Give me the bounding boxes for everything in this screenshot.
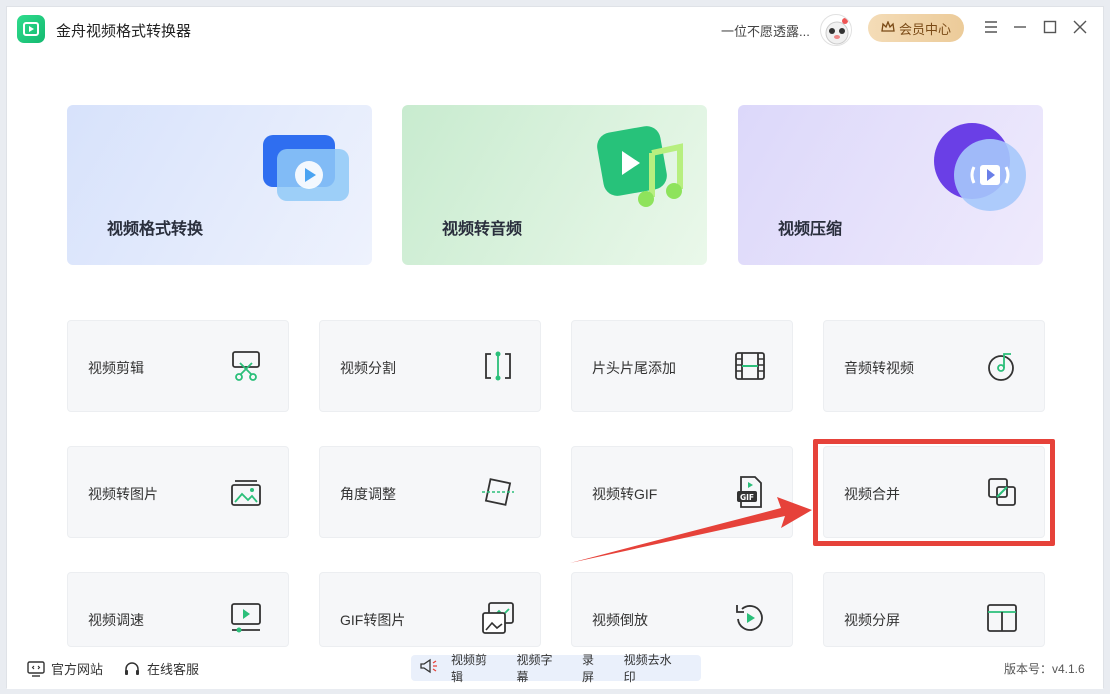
crown-icon xyxy=(881,19,895,36)
minimize-icon[interactable] xyxy=(1010,17,1030,37)
rotate-frame-icon xyxy=(482,478,514,506)
quick-link-video-edit[interactable]: 视频剪辑 xyxy=(451,651,498,685)
split-icon xyxy=(485,351,511,381)
film-strip-icon xyxy=(735,352,765,380)
close-icon[interactable] xyxy=(1070,17,1090,37)
tool-video-speed[interactable]: 视频调速 xyxy=(67,572,289,647)
tool-video-reverse[interactable]: 视频倒放 xyxy=(571,572,793,647)
tool-video-merge[interactable]: 视频合并 xyxy=(823,446,1045,538)
tool-video-edit[interactable]: 视频剪辑 xyxy=(67,320,289,412)
vip-center-label: 会员中心 xyxy=(898,21,951,37)
music-note-icon xyxy=(597,126,683,207)
tool-gif-to-image[interactable]: GIF转图片 xyxy=(319,572,541,647)
online-service-label: 在线客服 xyxy=(147,662,200,677)
tool-label: 视频调速 xyxy=(88,612,144,628)
feature-card-format-convert[interactable]: 视频格式转换 xyxy=(67,105,372,265)
tool-label: 视频倒放 xyxy=(592,612,648,628)
merge-icon xyxy=(988,478,1016,506)
avatar[interactable] xyxy=(820,14,852,46)
app-title: 金舟视频格式转换器 xyxy=(56,23,192,40)
online-service-link[interactable]: 在线客服 xyxy=(123,659,199,678)
video-play-icon xyxy=(263,135,349,201)
feature-label: 视频压缩 xyxy=(778,221,843,238)
tool-label: GIF转图片 xyxy=(340,612,406,628)
compress-icon xyxy=(934,123,1026,211)
app-logo-icon xyxy=(17,15,45,43)
speed-monitor-icon xyxy=(231,603,261,633)
monitor-icon xyxy=(27,660,45,677)
quick-link-screen-record[interactable]: 录屏 xyxy=(582,651,606,685)
title-bar: 金舟视频格式转换器 一位不愿透露... 会员中心 xyxy=(7,7,1103,55)
split-screen-icon xyxy=(987,604,1017,632)
tool-audio-to-video[interactable]: 音频转视频 xyxy=(823,320,1045,412)
tool-label: 音频转视频 xyxy=(844,360,914,376)
tool-label: 视频合并 xyxy=(844,486,900,502)
megaphone-icon xyxy=(419,658,439,679)
tool-video-to-image[interactable]: 视频转图片 xyxy=(67,446,289,538)
feature-card-video-compress[interactable]: 视频压缩 xyxy=(738,105,1043,265)
official-website-label: 官方网站 xyxy=(51,662,104,677)
tool-label: 视频转图片 xyxy=(88,486,158,502)
headset-icon xyxy=(125,661,139,675)
tool-label: 片头片尾添加 xyxy=(592,360,676,376)
tool-label: 视频剪辑 xyxy=(88,360,144,376)
quick-link-remove-watermark[interactable]: 视频去水印 xyxy=(624,651,683,685)
tool-video-split[interactable]: 视频分割 xyxy=(319,320,541,412)
reverse-play-icon xyxy=(736,605,763,631)
vip-center-button[interactable]: 会员中心 xyxy=(868,14,964,42)
tool-label: 视频分屏 xyxy=(844,612,900,628)
tool-intro-outro[interactable]: 片头片尾添加 xyxy=(571,320,793,412)
quick-links-bar: 视频剪辑 视频字幕 录屏 视频去水印 xyxy=(411,653,701,684)
image-icon xyxy=(231,480,261,506)
tool-split-screen[interactable]: 视频分屏 xyxy=(823,572,1045,647)
gif-file-icon: GIF xyxy=(737,476,762,508)
music-disc-icon xyxy=(988,353,1014,381)
feature-label: 视频格式转换 xyxy=(107,221,204,238)
bottom-bar: 官方网站 在线客服 视频剪辑 视频字幕 录屏 视频去水印 版本号：v4.1.6 xyxy=(7,647,1103,689)
feature-label: 视频转音频 xyxy=(442,221,523,238)
svg-text:GIF: GIF xyxy=(740,493,754,502)
quick-link-subtitles[interactable]: 视频字幕 xyxy=(516,651,563,685)
tool-video-to-gif[interactable]: 视频转GIF GIF xyxy=(571,446,793,538)
tool-label: 视频分割 xyxy=(340,360,396,376)
app-window: 金舟视频格式转换器 一位不愿透露... 会员中心 视频格式转换 视频转音频 视频… xyxy=(6,6,1104,689)
tool-label: 角度调整 xyxy=(340,486,396,502)
menu-icon[interactable] xyxy=(981,17,1001,37)
tool-label: 视频转GIF xyxy=(592,486,658,502)
feature-card-video-to-audio[interactable]: 视频转音频 xyxy=(402,105,707,265)
user-name[interactable]: 一位不愿透露... xyxy=(721,21,810,40)
maximize-icon[interactable] xyxy=(1040,17,1060,37)
gif-to-image-icon xyxy=(482,602,514,634)
version-label: 版本号：v4.1.6 xyxy=(1004,662,1085,676)
tool-angle-adjust[interactable]: 角度调整 xyxy=(319,446,541,538)
official-website-link[interactable]: 官方网站 xyxy=(27,659,103,678)
scissors-icon xyxy=(232,351,260,381)
